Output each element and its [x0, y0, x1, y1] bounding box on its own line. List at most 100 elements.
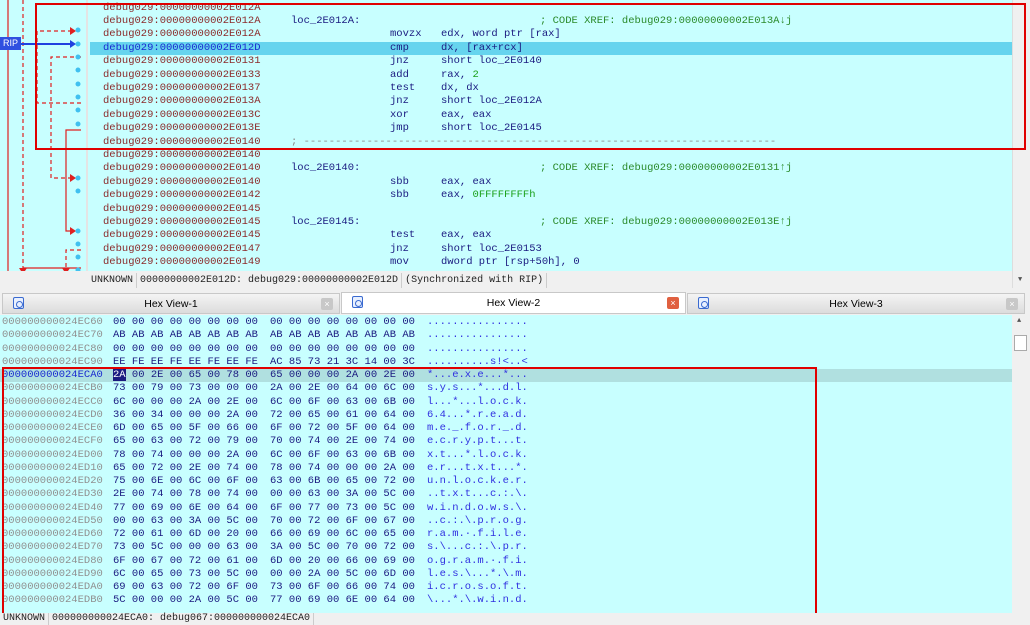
disasm-row[interactable]: debug029:00000000002E0131 jnz short loc_2E…: [90, 55, 1012, 68]
hex-row[interactable]: 000000000024ECC0 6C 00 00 00 2A 00 2E 00 6…: [0, 396, 1012, 409]
hex-bytes-high[interactable]: 6F 00 77 00 73 00 5C 00: [270, 502, 415, 515]
hex-bytes-high[interactable]: 3A 00 5C 00 70 00 72 00: [270, 541, 415, 554]
close-icon[interactable]: ×: [1006, 298, 1018, 310]
disasm-row[interactable]: debug029:00000000002E0140 sbb eax, eax: [90, 176, 1012, 189]
disasm-row[interactable]: debug029:00000000002E0140 ; -------------…: [90, 136, 1012, 149]
hex-row[interactable]: 000000000024EC70 AB AB AB AB AB AB AB AB A…: [0, 329, 1012, 342]
cursor-byte[interactable]: 2A: [113, 369, 126, 381]
hex-bytes-high[interactable]: 65 00 00 00 2A 00 2E 00: [270, 369, 415, 382]
close-icon[interactable]: ×: [667, 297, 679, 309]
hex-row[interactable]: 000000000024ECF0 65 00 63 00 72 00 79 00 7…: [0, 435, 1012, 448]
ascii-text[interactable]: e.c.r.y.p.t...t.: [427, 435, 528, 448]
hex-bytes-low[interactable]: 78 00 74 00 00 00 2A 00: [113, 449, 258, 462]
hex-bytes-high[interactable]: 73 00 6F 00 66 00 74 00: [270, 581, 415, 594]
ascii-text[interactable]: ................: [427, 343, 528, 356]
hex-bytes-high[interactable]: 66 00 69 00 6C 00 65 00: [270, 528, 415, 541]
disasm-row[interactable]: debug029:00000000002E0145 loc_2E0145: ; CO…: [90, 216, 1012, 229]
hex-row[interactable]: 000000000024EDA0 69 00 63 00 72 00 6F 00 7…: [0, 581, 1012, 594]
disasm-row[interactable]: debug029:00000000002E013C xor eax, eax: [90, 109, 1012, 122]
hex-bytes-high[interactable]: 6F 00 72 00 5F 00 64 00: [270, 422, 415, 435]
hex-view[interactable]: 000000000024EC60 00 00 00 00 00 00 00 00 0…: [0, 315, 1012, 613]
hex-bytes-low[interactable]: EE FE EE FE EE FE EE FE: [113, 356, 258, 369]
ascii-text[interactable]: w.i.n.d.o.w.s.\.: [427, 502, 528, 515]
ascii-text[interactable]: 6.4...*.r.e.a.d.: [427, 409, 528, 422]
hex-bytes-high[interactable]: 78 00 74 00 00 00 2A 00: [270, 462, 415, 475]
hex-bytes-high[interactable]: 77 00 69 00 6E 00 64 00: [270, 594, 415, 607]
ascii-text[interactable]: i.c.r.o.s.o.f.t.: [427, 581, 528, 594]
ascii-text[interactable]: o.g.r.a.m.·.f.i.: [427, 555, 528, 568]
ascii-text[interactable]: x.t...*.l.o.c.k.: [427, 449, 528, 462]
disasm-row[interactable]: debug029:00000000002E013E jmp short loc_2E…: [90, 122, 1012, 135]
ascii-text[interactable]: *...e.x.e...*...: [427, 369, 528, 382]
hex-bytes-low[interactable]: AB AB AB AB AB AB AB AB: [113, 329, 258, 342]
disasm-row[interactable]: debug029:00000000002E0140: [90, 149, 1012, 162]
hex-bytes-high[interactable]: 63 00 6B 00 65 00 72 00: [270, 475, 415, 488]
ascii-text[interactable]: u.n.l.o.c.k.e.r.: [427, 475, 528, 488]
disasm-row[interactable]: debug029:00000000002E0149 mov dword ptr [r…: [90, 256, 1012, 269]
ascii-text[interactable]: ..t.x.t...c.:.\.: [427, 488, 528, 501]
ascii-text[interactable]: e.r...t.x.t...*.: [427, 462, 528, 475]
hex-row[interactable]: 000000000024ED80 6F 00 67 00 72 00 61 00 6…: [0, 555, 1012, 568]
hex-scrollbar[interactable]: ▲: [1012, 315, 1030, 613]
hex-row[interactable]: 000000000024EC80 00 00 00 00 00 00 00 00 0…: [0, 343, 1012, 356]
hex-bytes-high[interactable]: 00 00 2A 00 5C 00 6D 00: [270, 568, 415, 581]
hex-row[interactable]: 000000000024ECE0 6D 00 65 00 5F 00 66 00 6…: [0, 422, 1012, 435]
disassembly-view[interactable]: RIP debug029:00000000002E012A debug029:00…: [0, 0, 1012, 271]
hex-bytes-low[interactable]: 6D 00 65 00 5F 00 66 00: [113, 422, 258, 435]
hex-row[interactable]: 000000000024ED90 6C 00 65 00 73 00 5C 00 0…: [0, 568, 1012, 581]
ascii-text[interactable]: l.e.s.\...*.\.m.: [427, 568, 528, 581]
hex-bytes-low[interactable]: 6C 00 65 00 73 00 5C 00: [113, 568, 258, 581]
hex-bytes-low[interactable]: 36 00 34 00 00 00 2A 00: [113, 409, 258, 422]
hex-bytes-high[interactable]: AB AB AB AB AB AB AB AB: [270, 329, 415, 342]
xref-comment[interactable]: ; CODE XREF: debug029:00000000002E0131↑j: [540, 162, 792, 175]
hex-row[interactable]: 000000000024EDB0 5C 00 00 00 2A 00 5C 00 7…: [0, 594, 1012, 607]
hex-row[interactable]: 000000000024ECB0 73 00 79 00 73 00 00 00 2…: [0, 382, 1012, 395]
scroll-down-arrow-icon[interactable]: ▼: [1018, 276, 1022, 284]
ascii-text[interactable]: s.y.s...*...d.l.: [427, 382, 528, 395]
ascii-text[interactable]: \...*.\.w.i.n.d.: [427, 594, 528, 607]
hex-row[interactable]: 000000000024ED30 2E 00 74 00 78 00 74 00 0…: [0, 488, 1012, 501]
hex-bytes-high[interactable]: 2A 00 2E 00 64 00 6C 00: [270, 382, 415, 395]
hex-bytes-high[interactable]: 72 00 65 00 61 00 64 00: [270, 409, 415, 422]
disasm-row[interactable]: debug029:00000000002E012A loc_2E012A: ; CO…: [90, 15, 1012, 28]
hex-bytes-low[interactable]: 5C 00 00 00 2A 00 5C 00: [113, 594, 258, 607]
hex-row[interactable]: 000000000024ED20 75 00 6E 00 6C 00 6F 00 6…: [0, 475, 1012, 488]
tab-hex-view-2[interactable]: Hex View-2 ×: [341, 292, 686, 314]
disasm-row[interactable]: debug029:00000000002E012A movzx edx, word …: [90, 28, 1012, 41]
hex-row[interactable]: 000000000024ED40 77 00 69 00 6E 00 64 00 6…: [0, 502, 1012, 515]
hex-bytes-high[interactable]: 00 00 00 00 00 00 00 00: [270, 316, 415, 329]
hex-bytes-low[interactable]: 69 00 63 00 72 00 6F 00: [113, 581, 258, 594]
hex-bytes-low[interactable]: 73 00 79 00 73 00 00 00: [113, 382, 258, 395]
hex-bytes-high[interactable]: 70 00 72 00 6F 00 67 00: [270, 515, 415, 528]
tab-hex-view-3[interactable]: Hex View-3 ×: [687, 293, 1025, 314]
disasm-row[interactable]: debug029:00000000002E013A jnz short loc_2E…: [90, 95, 1012, 108]
hex-bytes-low[interactable]: 00 00 00 00 00 00 00 00: [113, 343, 258, 356]
ascii-text[interactable]: r.a.m.·.f.i.l.e.: [427, 528, 528, 541]
hex-bytes-high[interactable]: 00 00 63 00 3A 00 5C 00: [270, 488, 415, 501]
hex-bytes-low[interactable]: 00 00 63 00 3A 00 5C 00: [113, 515, 258, 528]
code-label[interactable]: loc_2E0145:: [291, 216, 360, 229]
hex-bytes-low[interactable]: 6F 00 67 00 72 00 61 00: [113, 555, 258, 568]
ascii-text[interactable]: ..c.:.\.p.r.o.g.: [427, 515, 528, 528]
ascii-text[interactable]: ................: [427, 329, 528, 342]
code-label[interactable]: loc_2E0140:: [291, 162, 360, 175]
hex-bytes-low[interactable]: 65 00 63 00 72 00 79 00: [113, 435, 258, 448]
hex-row[interactable]: 000000000024ED60 72 00 61 00 6D 00 20 00 6…: [0, 528, 1012, 541]
disassembly-scrollbar[interactable]: ▼: [1012, 0, 1030, 288]
ascii-text[interactable]: ..........s!<..<: [427, 356, 528, 369]
tab-hex-view-1[interactable]: Hex View-1 ×: [2, 293, 340, 314]
hex-row[interactable]: 000000000024ED70 73 00 5C 00 00 00 63 00 3…: [0, 541, 1012, 554]
disasm-row[interactable]: debug029:00000000002E0142 sbb eax, 0FFFFFF…: [90, 189, 1012, 202]
disasm-row[interactable]: debug029:00000000002E0133 add rax, 2: [90, 69, 1012, 82]
hex-bytes-low[interactable]: 2E 00 74 00 78 00 74 00: [113, 488, 258, 501]
ascii-text[interactable]: m.e._.f.o.r._.d.: [427, 422, 528, 435]
hex-bytes-low[interactable]: 6C 00 00 00 2A 00 2E 00: [113, 396, 258, 409]
close-icon[interactable]: ×: [321, 298, 333, 310]
disasm-row[interactable]: debug029:00000000002E0140 loc_2E0140: ; CO…: [90, 162, 1012, 175]
xref-comment[interactable]: ; CODE XREF: debug029:00000000002E013E↑j: [540, 216, 792, 229]
hex-bytes-low[interactable]: 73 00 5C 00 00 00 63 00: [113, 541, 258, 554]
hex-row[interactable]: 000000000024ECD0 36 00 34 00 00 00 2A 00 7…: [0, 409, 1012, 422]
scroll-thumb[interactable]: [1014, 335, 1027, 351]
current-hex-row[interactable]: 000000000024ECA0 2A 00 2E 00 65 00 78 00 6…: [0, 369, 1012, 383]
code-label[interactable]: loc_2E012A:: [291, 15, 360, 28]
